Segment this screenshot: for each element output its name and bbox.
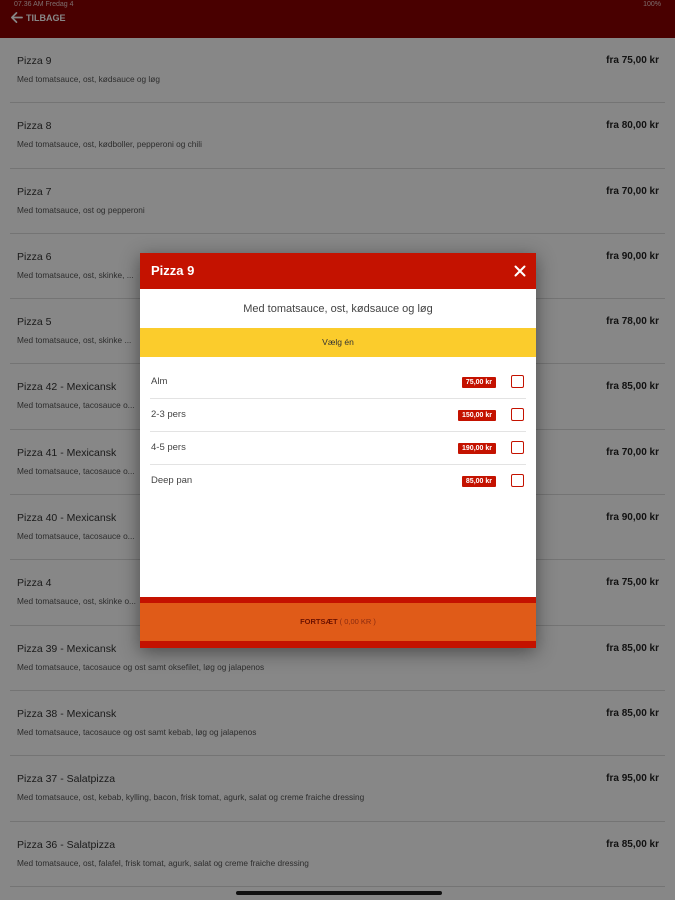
option-row[interactable]: Alm 75,00 kr [150, 366, 526, 399]
continue-label: FORTSÆT [300, 617, 338, 626]
option-name: 4-5 pers [151, 442, 186, 453]
continue-button[interactable]: FORTSÆT ( 0,00 KR ) [140, 603, 536, 641]
option-price-badge: 75,00 kr [461, 377, 496, 388]
modal-header: Pizza 9 [140, 253, 536, 289]
option-checkbox[interactable] [511, 441, 524, 454]
modal-title: Pizza 9 [151, 263, 195, 278]
option-price-badge: 150,00 kr [458, 410, 496, 421]
option-row[interactable]: 2-3 pers 150,00 kr [150, 399, 526, 432]
continue-bar: FORTSÆT ( 0,00 KR ) [140, 597, 536, 648]
option-checkbox[interactable] [511, 408, 524, 421]
option-checkbox[interactable] [511, 375, 524, 388]
option-name: Deep pan [151, 475, 193, 486]
option-price-badge: 85,00 kr [461, 476, 496, 487]
option-list: Alm 75,00 kr 2-3 pers 150,00 kr 4-5 pers… [140, 366, 536, 498]
option-name: Alm [151, 376, 168, 387]
modal-description: Med tomatsauce, ost, kødsauce og løg [243, 303, 433, 315]
continue-amount: ( 0,00 KR ) [339, 617, 376, 626]
home-indicator [236, 891, 442, 895]
option-name: 2-3 pers [151, 409, 186, 420]
close-icon[interactable] [512, 263, 528, 279]
option-checkbox[interactable] [511, 474, 524, 487]
option-price-badge: 190,00 kr [458, 443, 496, 454]
product-options-modal: Pizza 9 Med tomatsauce, ost, kødsauce og… [140, 253, 536, 648]
option-row[interactable]: 4-5 pers 190,00 kr [150, 432, 526, 465]
choose-one-bar: Vælg én [140, 328, 536, 357]
option-row[interactable]: Deep pan 85,00 kr [150, 465, 526, 498]
